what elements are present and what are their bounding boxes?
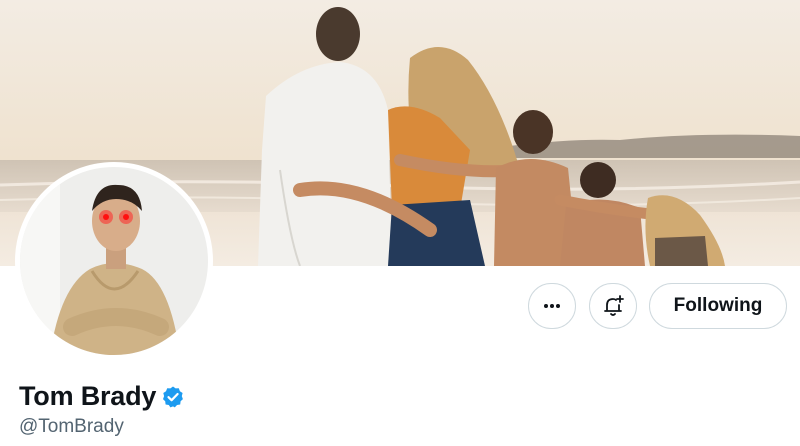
following-button[interactable]: Following (649, 283, 787, 329)
notifications-button[interactable] (589, 283, 637, 329)
more-button[interactable] (528, 283, 576, 329)
bell-plus-icon (604, 295, 624, 316)
profile-avatar[interactable] (20, 167, 208, 355)
profile-name-row: Tom Brady (19, 381, 185, 412)
display-name: Tom Brady (19, 381, 157, 411)
verified-badge-icon[interactable] (161, 385, 185, 409)
user-handle: @TomBrady (19, 416, 124, 437)
avatar-photo (20, 167, 208, 355)
following-button-label: Following (673, 295, 763, 316)
more-horizontal-icon (544, 304, 560, 308)
